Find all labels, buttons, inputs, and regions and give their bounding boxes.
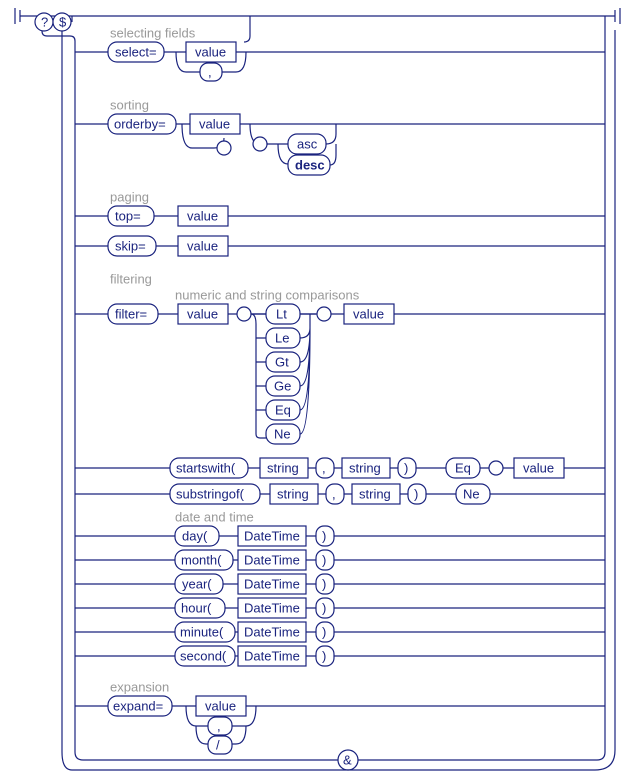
tok-skip-value: value xyxy=(187,238,218,253)
svg-text:): ) xyxy=(322,528,326,543)
heading-numeric: numeric and string comparisons xyxy=(175,287,360,302)
syntax-diagram: ? $ & selecting fields select= value , s… xyxy=(0,0,625,782)
svg-text:Gt: Gt xyxy=(275,354,289,369)
svg-text:DateTime: DateTime xyxy=(244,600,300,615)
heading-select: selecting fields xyxy=(110,25,196,40)
svg-text:): ) xyxy=(404,460,408,475)
svg-text:): ) xyxy=(414,486,418,501)
tok-expand-value: value xyxy=(205,698,236,713)
tok-filter-value1: value xyxy=(187,306,218,321)
svg-text:string: string xyxy=(267,460,299,475)
svg-text:string: string xyxy=(277,486,309,501)
svg-text:,: , xyxy=(332,486,336,501)
heading-filter: filtering xyxy=(110,271,152,286)
tok-filter-value2: value xyxy=(353,306,384,321)
svg-text:day(: day( xyxy=(182,528,208,543)
tok-expand: expand= xyxy=(113,698,163,713)
tok-orderby: orderby= xyxy=(114,116,166,131)
tok-filter: filter= xyxy=(115,306,147,321)
svg-text:): ) xyxy=(322,552,326,567)
svg-text:value: value xyxy=(523,460,554,475)
tok-eq2: Eq xyxy=(455,460,471,475)
heading-sort: sorting xyxy=(110,97,149,112)
svg-text:hour(: hour( xyxy=(181,600,212,615)
heading-expand: expansion xyxy=(110,679,169,694)
tok-select-comma: , xyxy=(208,64,212,79)
svg-text:Eq: Eq xyxy=(275,402,291,417)
svg-text:): ) xyxy=(322,648,326,663)
svg-text:string: string xyxy=(349,460,381,475)
svg-text:Ne: Ne xyxy=(274,426,291,441)
svg-text:): ) xyxy=(322,576,326,591)
svg-text:year(: year( xyxy=(182,576,212,591)
tok-substringof: substringof( xyxy=(176,486,245,501)
tok-top: top= xyxy=(115,208,141,223)
svg-text:): ) xyxy=(322,600,326,615)
svg-text:DateTime: DateTime xyxy=(244,552,300,567)
tok-startswith: startswith( xyxy=(176,460,236,475)
tok-desc: desc xyxy=(295,157,325,172)
tok-amp: & xyxy=(343,752,352,767)
tok-question: ? xyxy=(41,14,48,29)
svg-text:): ) xyxy=(322,624,326,639)
svg-text:minute(: minute( xyxy=(180,624,224,639)
svg-text:second(: second( xyxy=(180,648,227,663)
tok-ne2: Ne xyxy=(463,486,480,501)
svg-text:string: string xyxy=(359,486,391,501)
svg-text:Ge: Ge xyxy=(274,378,291,393)
svg-text:,: , xyxy=(217,718,221,733)
comparator-stack: Lt Le Gt Ge Eq Ne xyxy=(266,304,300,444)
tok-select: select= xyxy=(115,44,157,59)
tok-asc: asc xyxy=(297,136,318,151)
svg-text:month(: month( xyxy=(181,552,222,567)
heading-datetime: date and time xyxy=(175,509,254,524)
datetime-fns: day( DateTime ) month( DateTime ) year( … xyxy=(75,526,605,666)
tok-select-value: value xyxy=(195,44,226,59)
tok-sort-value: value xyxy=(199,116,230,131)
svg-text:DateTime: DateTime xyxy=(244,624,300,639)
heading-paging: paging xyxy=(110,189,149,204)
svg-text:DateTime: DateTime xyxy=(244,576,300,591)
svg-text:Le: Le xyxy=(275,330,289,345)
svg-text:DateTime: DateTime xyxy=(244,528,300,543)
svg-text:DateTime: DateTime xyxy=(244,648,300,663)
tok-skip: skip= xyxy=(115,238,146,253)
svg-text:/: / xyxy=(216,737,220,752)
tok-top-value: value xyxy=(187,208,218,223)
svg-text:Lt: Lt xyxy=(276,306,287,321)
tok-dollar: $ xyxy=(59,14,67,29)
svg-text:,: , xyxy=(322,460,326,475)
